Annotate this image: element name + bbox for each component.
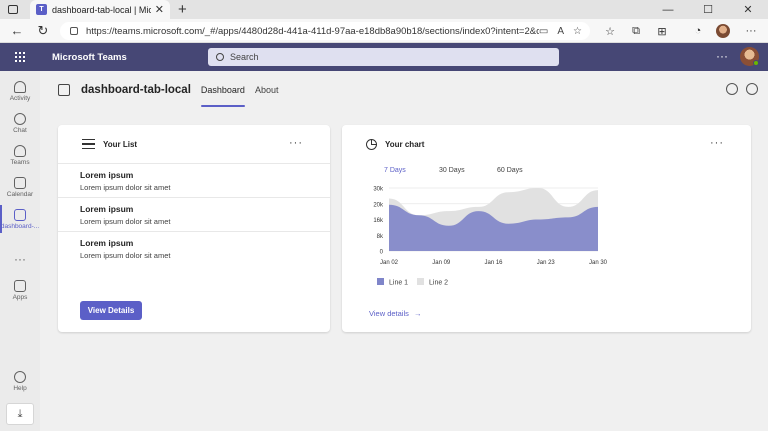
rail-item-chat[interactable]: Chat [0,105,40,141]
rail-label: Calendar [6,190,34,198]
reload-icon[interactable] [726,83,738,95]
list-item-title: Lorem ipsum [80,238,134,248]
x-tick-label: Jan 09 [432,260,451,266]
bell-icon [14,80,26,93]
rail-item-help[interactable]: Help [0,363,40,399]
area-chart: 30k 20k 16k 8k 0 Jan 02 Jan 09 Jan 16 Jan 23 Jan … [373,187,608,287]
page-title: dashboard-tab-local [81,84,191,96]
x-tick-label: Jan 30 [589,260,608,266]
teams-app-name: Microsoft Teams [52,51,127,63]
legend-swatch [377,278,384,285]
new-tab-icon[interactable]: + [178,0,187,19]
tab-about[interactable]: About [255,71,279,109]
maximize-icon[interactable]: ☐ [688,0,728,19]
app-launcher-icon[interactable] [0,43,40,71]
arrow-right-icon: → [413,309,422,318]
y-tick-label: 0 [380,250,384,256]
view-details-link[interactable]: View details → [369,309,421,318]
rail-item-activity[interactable]: Activity [0,73,40,109]
url-field[interactable]: https://teams.microsoft.com/_#/apps/4480… [60,22,590,40]
list-card-title: Your List [103,139,138,149]
legend-label: Line 1 [389,280,408,287]
list-item[interactable]: Lorem ipsum Lorem ipsum dolor sit amet [58,197,330,231]
y-tick-label: 16k [373,218,384,224]
rail-label: Teams [10,158,30,166]
x-tick-label: Jan 02 [380,260,399,266]
search-input[interactable]: Search [208,48,559,66]
chart-card: Your chart ··· 7 Days 30 Days 60 Days 30… [342,125,751,332]
more-apps-icon[interactable]: ··· [0,252,40,266]
window-menu-icon[interactable] [0,0,26,19]
rail-item-teams[interactable]: Teams [0,137,40,173]
x-tick-label: Jan 23 [537,260,556,266]
app-icon [58,84,70,96]
rail-label: Apps [12,293,28,301]
teams-favicon-icon: T [36,4,47,15]
calendar-icon [14,176,26,189]
list-card-more-icon[interactable]: ··· [289,137,303,149]
favorite-icon[interactable]: ☆ [573,26,582,37]
favorites-icon[interactable]: ☆ [600,19,620,43]
reader-icon[interactable]: ▭ [539,26,548,37]
rail-label: Chat [13,126,27,134]
browser-tab[interactable]: T dashboard-tab-local | Microsoft ✕ [30,0,170,19]
download-icon[interactable]: ⤓ [6,403,34,425]
list-item-subtitle: Lorem ipsum dolor sit amet [80,183,171,192]
extensions-icon[interactable]: ⊞ [652,19,672,43]
view-details-label: View details [369,309,409,318]
browser-more-icon[interactable]: ··· [741,19,761,43]
search-placeholder: Search [230,52,259,62]
search-icon [216,53,224,61]
read-aloud-icon[interactable]: A [557,26,564,37]
list-icon [82,138,95,150]
list-item[interactable]: Lorem ipsum Lorem ipsum dolor sit amet [58,163,330,197]
copilot-icon[interactable]: ◔ [688,19,708,43]
y-tick-label: 20k [373,202,384,208]
minimize-icon[interactable]: — [648,0,688,19]
back-icon[interactable]: ← [6,23,28,38]
apps-icon [14,279,26,292]
rail-item-dashboard[interactable]: dashboard-... [0,201,40,237]
legend-label: Line 2 [429,280,448,287]
browser-tab-title: dashboard-tab-local | Microsoft [52,4,151,15]
view-details-button[interactable]: View Details [80,301,142,320]
left-rail: Activity Chat Teams Calendar dashboard-.… [0,71,40,431]
tab-dashboard[interactable]: Dashboard [200,71,245,109]
close-tab-icon[interactable]: ✕ [155,3,164,16]
x-tick-label: Jan 16 [484,260,503,266]
teams-header: Microsoft Teams Search ··· [0,43,768,71]
list-item-title: Lorem ipsum [80,170,134,180]
list-item[interactable]: Lorem ipsum Lorem ipsum dolor sit amet [58,231,330,265]
app-grid-icon [14,208,26,221]
refresh-icon[interactable]: ↻ [32,23,54,39]
rail-label: Activity [9,94,31,102]
app-header: dashboard-tab-local Dashboard About [40,71,768,109]
lock-icon [70,27,78,35]
help-icon [14,370,26,383]
collections-icon[interactable]: ⧉ [626,19,646,43]
globe-icon[interactable] [746,83,758,95]
teams-more-icon[interactable]: ··· [716,49,728,63]
chat-icon [14,112,26,125]
list-item-title: Lorem ipsum [80,204,134,214]
rail-item-apps[interactable]: Apps [0,272,40,308]
legend-swatch [417,278,424,285]
list-item-subtitle: Lorem ipsum dolor sit amet [80,217,171,226]
close-window-icon[interactable]: ✕ [728,0,768,19]
list-card: Your List ··· Lorem ipsum Lorem ipsum do… [58,125,330,332]
teams-icon [14,144,26,157]
rail-label: dashboard-... [0,222,40,230]
rail-label: Help [13,384,27,392]
list-item-subtitle: Lorem ipsum dolor sit amet [80,251,171,260]
y-tick-label: 30k [373,187,384,193]
rail-item-calendar[interactable]: Calendar [0,169,40,205]
profile-avatar[interactable] [713,19,733,43]
list-card-header: Your List ··· [58,125,330,163]
presence-badge [753,60,759,66]
y-tick-label: 8k [377,234,384,240]
url-text: https://teams.microsoft.com/_#/apps/4480… [86,25,539,37]
